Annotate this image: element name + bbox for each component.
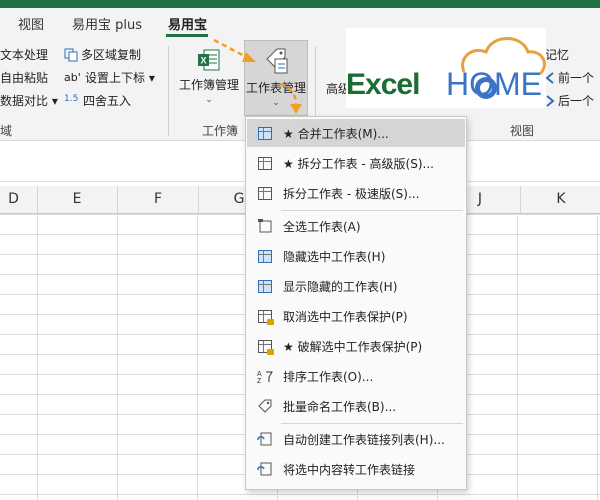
rename-sheets-icon [257, 398, 273, 414]
menu-separator [281, 210, 463, 211]
next-button[interactable]: 后一个 [545, 92, 594, 109]
sheet-manage-button[interactable]: 工作表管理 ⌄ [244, 40, 308, 116]
menu-item-split-fast[interactable]: 拆分工作表 - 极速版(S)... [247, 179, 465, 207]
text-process-button[interactable]: 文本处理 [0, 46, 48, 63]
menu-item-crack-protection[interactable]: ★ 破解选中工作表保护(P) [247, 332, 465, 360]
excelhome-logo: Excel HOME [346, 28, 546, 108]
tab-yiyongbao[interactable]: 易用宝 [168, 14, 207, 33]
previous-button[interactable]: 前一个 [545, 69, 594, 86]
logo-text-excel: Excel [346, 68, 420, 101]
create-links-icon [257, 431, 273, 447]
menu-item-hide-sheets[interactable]: 隐藏选中工作表(H) [247, 242, 465, 270]
group-label-region: 域 [0, 124, 13, 138]
column-header-e[interactable]: E [37, 186, 118, 213]
superscript-subscript-button[interactable]: ab' 设置上下标 ▾ [64, 69, 155, 86]
select-all-sheets-icon [257, 218, 273, 234]
menu-item-split-advanced[interactable]: ★ 拆分工作表 - 高级版(S)... [247, 149, 465, 177]
multi-area-copy-button[interactable]: 多区域复制 [64, 46, 141, 63]
title-bar-strip [0, 0, 600, 8]
sheet-manage-menu: ★ 合并工作表(M)... ★ 拆分工作表 - 高级版(S)... 拆分工作表 … [245, 116, 467, 490]
workbook-manage-button[interactable]: X 工作簿管理 ⌄ [177, 48, 241, 105]
menu-item-sort-sheets[interactable]: AZ 排序工作表(O)... [247, 362, 465, 390]
data-compare-button[interactable]: 数据对比 ▾ [0, 92, 58, 109]
unprotect-sheet-icon [257, 308, 274, 325]
menu-item-batch-rename[interactable]: 批量命名工作表(B)... [247, 392, 465, 420]
sort-sheets-icon: AZ [257, 368, 273, 385]
tab-view[interactable]: 视图 [18, 14, 44, 33]
menu-separator [281, 423, 463, 424]
copy-icon [64, 48, 78, 62]
excel-workbook-icon: X [197, 48, 221, 72]
column-header-k[interactable]: K [521, 186, 600, 213]
merge-sheet-icon [257, 125, 273, 141]
logo-text-home: HOME [446, 66, 542, 102]
right-arrow-icon [545, 94, 555, 108]
menu-item-show-hidden[interactable]: 显示隐藏的工作表(H) [247, 272, 465, 300]
svg-text:X: X [201, 56, 207, 66]
menu-item-select-all[interactable]: 全选工作表(A) [247, 212, 465, 240]
column-header-d[interactable]: D [0, 186, 38, 213]
show-hidden-sheet-icon [257, 278, 273, 294]
split-sheet-fast-icon [257, 185, 273, 201]
free-paste-button[interactable]: 自由粘贴 [0, 69, 48, 86]
menu-item-convert-to-links[interactable]: 将选中内容转工作表链接 [247, 455, 465, 483]
memory-button[interactable]: 记忆 [545, 46, 569, 63]
crack-protection-icon [257, 338, 274, 355]
round-button[interactable]: 1.5 四舍五入 [64, 92, 131, 109]
menu-item-merge-sheets[interactable]: ★ 合并工作表(M)... [247, 119, 465, 147]
hide-sheet-icon [257, 248, 273, 264]
svg-text:Z: Z [257, 378, 262, 384]
split-sheet-icon [257, 155, 273, 171]
left-arrow-icon [545, 71, 555, 85]
group-label-view: 视图 [510, 124, 535, 138]
group-label-workbook: 工作簿 [202, 124, 239, 138]
column-header-f[interactable]: F [118, 186, 199, 213]
convert-links-icon [257, 461, 273, 477]
menu-item-unprotect[interactable]: 取消选中工作表保护(P) [247, 302, 465, 330]
sheet-tag-icon [263, 47, 289, 75]
ribbon-separator [168, 46, 169, 136]
round-icon: 1.5 [64, 93, 79, 104]
svg-text:A: A [257, 371, 262, 378]
tab-yiyongbao-plus[interactable]: 易用宝 plus [72, 14, 142, 33]
active-tab-indicator [166, 34, 208, 37]
menu-item-create-link-list[interactable]: 自动创建工作表链接列表(H)... [247, 425, 465, 453]
superscript-icon: ab' [64, 70, 81, 84]
